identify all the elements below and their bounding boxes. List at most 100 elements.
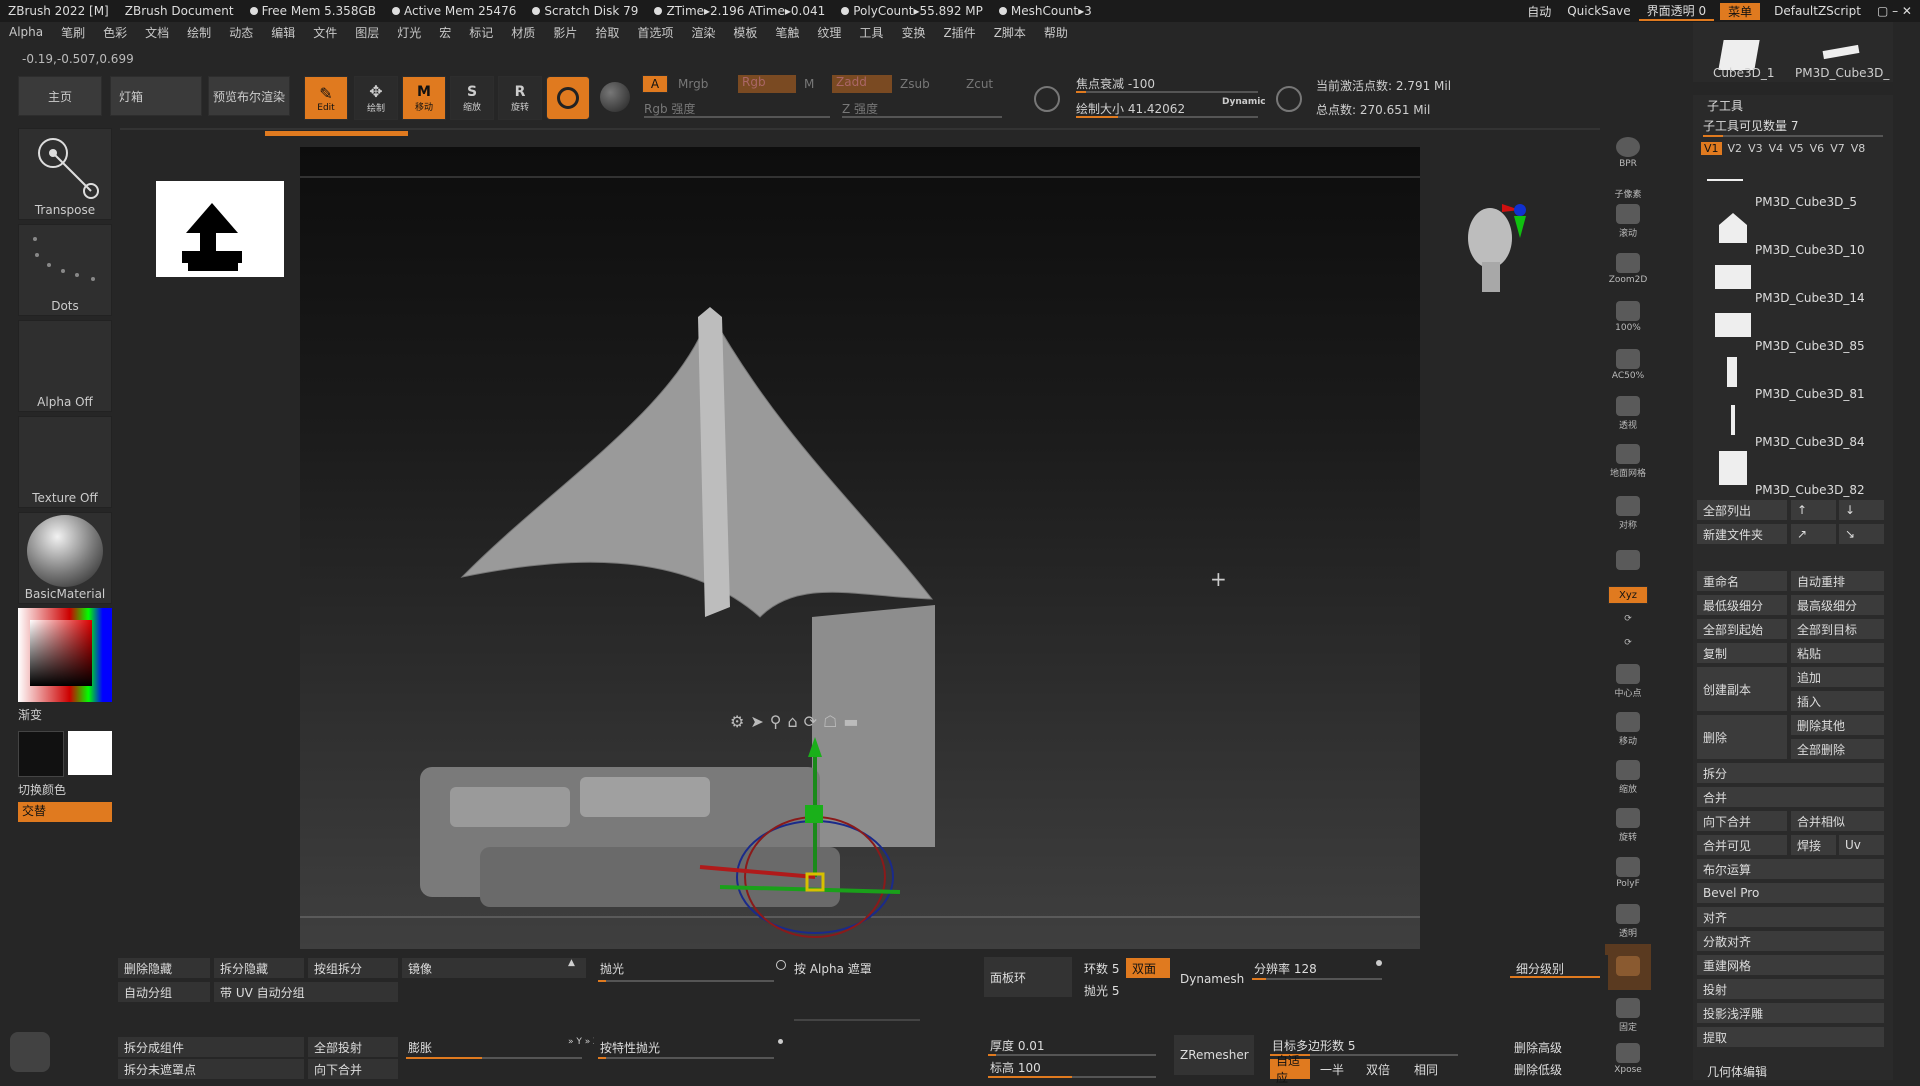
bpr-render-button[interactable]: 预览布尔渲染 bbox=[208, 76, 290, 116]
scale-button[interactable]: S 缩放 bbox=[450, 76, 494, 120]
merge-similar-button[interactable]: 合并相似 bbox=[1791, 811, 1884, 831]
menu-item[interactable]: 拾取 bbox=[586, 24, 628, 41]
feature-polish-toggle[interactable] bbox=[778, 1039, 783, 1044]
menu-item[interactable]: 影片 bbox=[544, 24, 586, 41]
lowest-subdiv-button[interactable]: 最低级细分 bbox=[1697, 595, 1787, 615]
tool-thumb-label[interactable]: Cube3D_1 bbox=[1713, 66, 1775, 80]
menu-item[interactable]: 渲染 bbox=[682, 24, 724, 41]
panel-loops-button[interactable]: 面板环 bbox=[984, 957, 1072, 997]
highest-subdiv-button[interactable]: 最高级细分 bbox=[1791, 595, 1884, 615]
alpha-mask-toggle[interactable]: 按 Alpha 遮罩 bbox=[788, 958, 978, 978]
menu-item[interactable]: 首选项 bbox=[628, 24, 682, 41]
polyf-tool[interactable]: PolyF bbox=[1605, 850, 1651, 896]
gradient-label[interactable]: 渐变 bbox=[18, 706, 112, 723]
switch-color-button[interactable]: 切换颜色 bbox=[18, 781, 112, 798]
subdivision-level-label[interactable]: 细分级别 bbox=[1510, 958, 1600, 978]
menu-item[interactable]: 编辑 bbox=[262, 24, 304, 41]
alpha-selector[interactable]: Alpha Off bbox=[18, 320, 112, 412]
boolean-section[interactable]: 布尔运算 bbox=[1697, 859, 1884, 879]
duplicate-button[interactable]: 创建副本 bbox=[1697, 667, 1787, 711]
subtool-header[interactable]: 子工具 bbox=[1707, 97, 1743, 114]
focal-shift-value[interactable]: 焦点衰减 -100 bbox=[1076, 75, 1155, 92]
menu-item[interactable]: 灯光 bbox=[388, 24, 430, 41]
merge-section[interactable]: 合并 bbox=[1697, 787, 1884, 807]
gizmo-button[interactable] bbox=[546, 76, 590, 120]
perspective-tool[interactable]: 透视 bbox=[1605, 390, 1651, 436]
zsub-toggle[interactable]: Zsub bbox=[900, 77, 930, 91]
focal-shift-icon[interactable] bbox=[1034, 86, 1060, 112]
height-slider[interactable]: 标高 100 bbox=[984, 1057, 1164, 1077]
menu-item[interactable]: 纹理 bbox=[808, 24, 850, 41]
m-toggle[interactable]: M bbox=[804, 77, 814, 91]
version-tab[interactable]: V5 bbox=[1789, 142, 1804, 155]
alternate-button[interactable]: 交替 bbox=[18, 802, 112, 822]
project-bas-relief-section[interactable]: 投影浅浮雕 bbox=[1697, 1003, 1884, 1023]
height-track[interactable] bbox=[988, 1076, 1156, 1078]
menu-item[interactable]: Alpha bbox=[0, 25, 52, 39]
move-down-button[interactable]: ↓ bbox=[1839, 500, 1884, 520]
xpose-tool[interactable]: Xpose bbox=[1605, 1036, 1651, 1082]
rgb-toggle[interactable]: Rgb bbox=[738, 75, 796, 93]
auto-groups-button[interactable]: 自动分组 bbox=[118, 982, 210, 1002]
menu-item[interactable]: 标记 bbox=[460, 24, 502, 41]
uv-toggle[interactable]: Uv bbox=[1839, 835, 1884, 855]
collapse-handle[interactable] bbox=[794, 1017, 920, 1023]
draw-size-slider[interactable] bbox=[1076, 116, 1258, 118]
list-all-button[interactable]: 全部列出 bbox=[1697, 500, 1787, 520]
transpose-tool[interactable]: Transpose bbox=[18, 128, 112, 220]
zremesher-button[interactable]: ZRemesher bbox=[1174, 1035, 1254, 1075]
delete-hidden-button[interactable]: 删除隐藏 bbox=[118, 958, 210, 978]
subdivision-level-slider[interactable] bbox=[1510, 976, 1600, 978]
subtool-item[interactable]: PM3D_Cube3D_81 bbox=[1755, 387, 1865, 401]
zadd-toggle[interactable]: Zadd bbox=[832, 75, 892, 93]
subtool-visible-count[interactable]: 子工具可见数量 7 bbox=[1703, 117, 1798, 134]
new-folder-button[interactable]: 新建文件夹 bbox=[1697, 524, 1787, 544]
menu-item[interactable]: 图层 bbox=[346, 24, 388, 41]
align-section[interactable]: 对齐 bbox=[1697, 907, 1884, 927]
inflate-slider[interactable]: 膨胀 bbox=[402, 1037, 586, 1057]
subtool-item[interactable]: PM3D_Cube3D_10 bbox=[1755, 243, 1865, 257]
thickness-track[interactable] bbox=[988, 1054, 1156, 1056]
delete-lower-button[interactable]: 删除低级 bbox=[1508, 1059, 1602, 1079]
menu-item[interactable]: 动态 bbox=[220, 24, 262, 41]
project-section[interactable]: 投射 bbox=[1697, 979, 1884, 999]
subtool-item[interactable]: PM3D_Cube3D_84 bbox=[1755, 435, 1865, 449]
folder-action-button[interactable]: ↘ bbox=[1839, 524, 1884, 544]
move-button[interactable]: M 移动 bbox=[402, 76, 446, 120]
material-selector[interactable]: BasicMaterial bbox=[18, 512, 112, 604]
rotate-z-tool[interactable]: ⟳ bbox=[1605, 628, 1651, 658]
extract-section[interactable]: 提取 bbox=[1697, 1027, 1884, 1047]
gizmo-toolbar[interactable]: ⚙➤⚲⌂⟳☖▬ bbox=[730, 712, 865, 731]
brush-size-d-icon[interactable] bbox=[1276, 86, 1302, 112]
auto-reorder-button[interactable]: 自动重排 bbox=[1791, 571, 1884, 591]
remesh-section[interactable]: 重建网格 bbox=[1697, 955, 1884, 975]
split-to-parts-button[interactable]: 拆分成组件 bbox=[118, 1037, 304, 1057]
polish-slider[interactable] bbox=[598, 980, 774, 982]
interface-transparency-slider[interactable]: 界面透明 0 bbox=[1638, 2, 1715, 21]
double-toggle-bottom[interactable]: 双倍 bbox=[1360, 1059, 1404, 1079]
copy-button[interactable]: 复制 bbox=[1697, 643, 1787, 663]
symmetry-tool[interactable]: 对称 bbox=[1605, 490, 1651, 536]
zcut-toggle[interactable]: Zcut bbox=[966, 77, 993, 91]
primary-color-swatch[interactable] bbox=[18, 731, 64, 777]
split-unmasked-button[interactable]: 拆分未遮罩点 bbox=[118, 1059, 304, 1079]
zoom2d-tool[interactable]: Zoom2D bbox=[1605, 246, 1651, 292]
all-to-target-button[interactable]: 全部到目标 bbox=[1791, 619, 1884, 639]
menu-item[interactable]: 绘制 bbox=[178, 24, 220, 41]
actual-size-tool[interactable]: 100% bbox=[1605, 294, 1651, 340]
color-picker[interactable] bbox=[18, 608, 112, 702]
paste-button[interactable]: 粘贴 bbox=[1791, 643, 1884, 663]
split-groups-button[interactable]: 按组拆分 bbox=[308, 958, 398, 978]
menu-item[interactable]: 文档 bbox=[136, 24, 178, 41]
feature-polish-label[interactable]: 按特性抛光 bbox=[594, 1037, 774, 1057]
tool-thumb-plank[interactable] bbox=[1822, 44, 1860, 60]
secondary-color-swatch[interactable] bbox=[68, 731, 112, 775]
menu-item[interactable]: Z插件 bbox=[934, 24, 984, 41]
merge-down-button[interactable]: 向下合并 bbox=[1697, 811, 1787, 831]
z-intensity-slider[interactable] bbox=[842, 116, 1002, 118]
rotate-view-tool[interactable]: 旋转 bbox=[1605, 802, 1651, 848]
half-toggle[interactable]: 一半 bbox=[1314, 1059, 1358, 1079]
solo-tool[interactable] bbox=[1605, 944, 1651, 990]
menu-item[interactable]: 模板 bbox=[724, 24, 766, 41]
polish-5-slider[interactable]: 抛光 5 bbox=[1078, 980, 1174, 1000]
